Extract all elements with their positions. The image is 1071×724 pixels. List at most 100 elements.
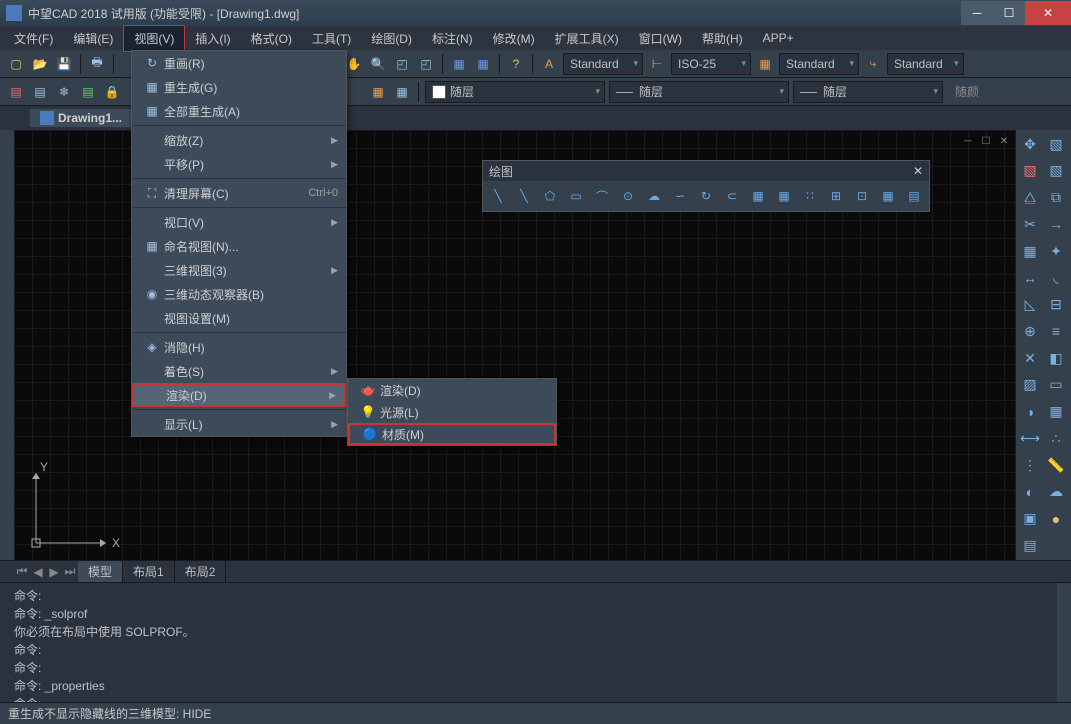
tab-nav-next-icon[interactable]: ▶	[46, 565, 62, 579]
menu-help[interactable]: 帮助(H)	[692, 26, 753, 51]
open-icon[interactable]: 📂	[30, 54, 50, 74]
tool-rotate-icon[interactable]: ▧	[1018, 159, 1042, 183]
menu-modify[interactable]: 修改(M)	[483, 26, 545, 51]
draw-point-icon[interactable]: ∷	[799, 185, 821, 207]
pan-icon[interactable]: ✋	[344, 54, 364, 74]
layer-icon[interactable]: ▤	[30, 82, 50, 102]
tool-hatch-icon[interactable]: ▨	[1018, 373, 1042, 397]
tool-copy-icon[interactable]: ▧	[1044, 132, 1068, 156]
tool-stretch-icon[interactable]: ↔	[1018, 266, 1042, 290]
tool-layer-icon[interactable]: ▤	[1018, 533, 1042, 557]
dimstyle-dropdown[interactable]: ISO-25	[671, 53, 751, 75]
tool-extend-icon[interactable]: →	[1044, 212, 1068, 236]
tab-nav-first-icon[interactable]: ⏮	[14, 564, 30, 579]
tool-offset-icon[interactable]: ⧉	[1044, 186, 1068, 210]
float-toolbar-close-icon[interactable]: ✕	[913, 164, 923, 178]
menu-hide[interactable]: ◈消隐(H)	[132, 335, 346, 359]
tablestyle-icon[interactable]: ▦	[755, 54, 775, 74]
tool-boundary-icon[interactable]: ◑	[1018, 400, 1042, 424]
draw-hatch-icon[interactable]: ⊞	[825, 185, 847, 207]
menu-pan[interactable]: 平移(P)▶	[132, 152, 346, 176]
tablestyle-dropdown[interactable]: Standard	[779, 53, 859, 75]
menu-edit[interactable]: 编辑(E)	[63, 26, 123, 51]
menu-3dorbit[interactable]: ◉三维动态观察器(B)	[132, 282, 346, 306]
tool-array-icon[interactable]: ▦	[1018, 239, 1042, 263]
print-icon[interactable]: 🖶	[87, 54, 107, 74]
tool-chamfer-icon[interactable]: ◺	[1018, 293, 1042, 317]
tab-nav-prev-icon[interactable]: ◀	[30, 565, 46, 579]
tool-fillet-icon[interactable]: ◟	[1044, 266, 1068, 290]
command-scrollbar[interactable]	[1057, 583, 1071, 702]
menu-redraw[interactable]: ↻重画(R)	[132, 51, 346, 75]
command-line[interactable]: 命令: 命令: _solprof 你必须在布局中使用 SOLPROF。 命令: …	[0, 582, 1071, 702]
document-tab[interactable]: Drawing1...	[30, 109, 132, 127]
tool-break-icon[interactable]: ⊟	[1044, 293, 1068, 317]
properties-icon[interactable]: ▦	[449, 54, 469, 74]
tool-group-icon[interactable]: ▣	[1018, 507, 1042, 531]
tool-wipeout-icon[interactable]: ◐	[1018, 480, 1042, 504]
submenu-render[interactable]: 🫖渲染(D)	[348, 379, 556, 401]
draw-ellipsearc-icon[interactable]: ⊂	[721, 185, 743, 207]
tool-align-icon[interactable]: ≡	[1044, 319, 1068, 343]
tool-render-icon[interactable]: ●	[1044, 507, 1068, 531]
tool-mirror-icon[interactable]: ⧋	[1018, 186, 1042, 210]
menu-display[interactable]: 显示(L)▶	[132, 412, 346, 436]
menu-window[interactable]: 窗口(W)	[629, 26, 692, 51]
menu-draw[interactable]: 绘图(D)	[361, 26, 422, 51]
tool-lengthen-icon[interactable]: ⟷	[1018, 426, 1042, 450]
menu-viewsettings[interactable]: 视图设置(M)	[132, 306, 346, 330]
layer-freeze-icon[interactable]: ❄	[54, 82, 74, 102]
menu-file[interactable]: 文件(F)	[4, 26, 63, 51]
design-center-icon[interactable]: ▦	[473, 54, 493, 74]
tool-measure-icon[interactable]: 📏	[1044, 453, 1068, 477]
textstyle-icon[interactable]: A	[539, 54, 559, 74]
textstyle-dropdown[interactable]: Standard	[563, 53, 643, 75]
mleaderstyle-icon[interactable]: ⤷	[863, 54, 883, 74]
menu-dimension[interactable]: 标注(N)	[422, 26, 483, 51]
draw-block-icon[interactable]: ▦	[747, 185, 769, 207]
tool-explode-icon[interactable]: ✦	[1044, 239, 1068, 263]
close-button[interactable]: ✕	[1025, 1, 1071, 25]
menu-cleanscreen[interactable]: ⛶清理屏幕(C)Ctrl+0	[132, 181, 346, 205]
maximize-button[interactable]: ☐	[993, 1, 1025, 25]
menu-app[interactable]: APP+	[753, 27, 804, 49]
canvas-max-icon[interactable]: ☐	[979, 134, 993, 148]
zoom-icon[interactable]: 🔍	[368, 54, 388, 74]
draw-spline-icon[interactable]: ∽	[669, 185, 691, 207]
draw-revcloud-icon[interactable]: ☁	[643, 185, 665, 207]
menu-express[interactable]: 扩展工具(X)	[545, 26, 629, 51]
menu-zoom[interactable]: 缩放(Z)▶	[132, 128, 346, 152]
draw-xline-icon[interactable]: ╲	[513, 185, 535, 207]
tab-layout1[interactable]: 布局1	[123, 561, 175, 582]
tool-revcloud-icon[interactable]: ☁	[1044, 480, 1068, 504]
zoom-window-icon[interactable]: ◰	[392, 54, 412, 74]
mleaderstyle-dropdown[interactable]: Standard	[887, 53, 964, 75]
draw-floating-toolbar[interactable]: 绘图 ✕ ╲ ╲ ⬠ ▭ ⌒ ⊙ ☁ ∽ ↻ ⊂ ▦ ▦ ∷ ⊞ ⊡ ▦ ▤	[482, 160, 930, 212]
menu-render[interactable]: 渲染(D)▶	[132, 383, 346, 407]
tool-scale-icon[interactable]: ▧	[1044, 159, 1068, 183]
layer-state-icon[interactable]: ▤	[78, 82, 98, 102]
help-icon[interactable]: ?	[506, 54, 526, 74]
draw-ellipse-icon[interactable]: ↻	[695, 185, 717, 207]
tool-trim-icon[interactable]: ✂	[1018, 212, 1042, 236]
dimstyle-icon[interactable]: ⊢	[647, 54, 667, 74]
tool-move-icon[interactable]: ✥	[1018, 132, 1042, 156]
tool-join-icon[interactable]: ⊕	[1018, 319, 1042, 343]
draw-rectangle-icon[interactable]: ▭	[565, 185, 587, 207]
layer-manager-icon[interactable]: ▤	[6, 82, 26, 102]
draw-polygon-icon[interactable]: ⬠	[539, 185, 561, 207]
draw-line-icon[interactable]: ╲	[487, 185, 509, 207]
block-edit-icon[interactable]: ▦	[392, 82, 412, 102]
zoom-prev-icon[interactable]: ◰	[416, 54, 436, 74]
menu-shade[interactable]: 着色(S)▶	[132, 359, 346, 383]
draw-gradient-icon[interactable]: ⊡	[851, 185, 873, 207]
draw-table-icon[interactable]: ▤	[903, 185, 925, 207]
tool-region-icon[interactable]: ▭	[1044, 373, 1068, 397]
tab-nav-last-icon[interactable]: ⏭	[62, 564, 78, 579]
tool-more-icon[interactable]: ▦	[1044, 400, 1068, 424]
tool-point-icon[interactable]: ∴	[1044, 426, 1068, 450]
menu-3dview[interactable]: 三维视图(3)▶	[132, 258, 346, 282]
save-icon[interactable]: 💾	[54, 54, 74, 74]
draw-insert-icon[interactable]: ▦	[773, 185, 795, 207]
draw-arc-icon[interactable]: ⌒	[591, 185, 613, 207]
